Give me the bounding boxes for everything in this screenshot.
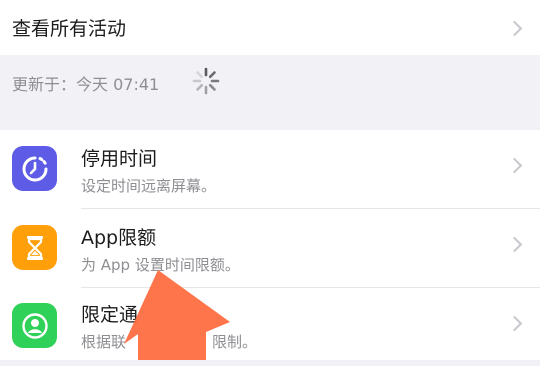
communication-limits-subtitle-tail: 限制。 (212, 333, 258, 351)
app-limits-subtitle: 为 App 设置时间限额。 (81, 256, 240, 274)
downtime-title: 停用时间 (81, 148, 158, 170)
chevron-right-icon (506, 236, 523, 253)
hourglass-icon (12, 225, 57, 270)
contact-icon (12, 303, 57, 348)
downtime-icon (12, 146, 57, 191)
see-all-activity-label: 查看所有活动 (12, 18, 127, 40)
chevron-right-icon (506, 157, 523, 174)
list-item-communication-limits[interactable]: 限定通 根据联 限制。 (0, 288, 540, 366)
chevron-right-icon (506, 315, 523, 332)
see-all-activity-row[interactable]: 查看所有活动 (0, 0, 540, 55)
communication-limits-subtitle: 根据联 (81, 333, 127, 351)
updated-status: 更新于：今天 07:41 (0, 55, 540, 105)
loading-spinner-icon (192, 67, 220, 95)
app-limits-title: App限额 (81, 227, 157, 249)
list-item-app-limits[interactable]: App限额 为 App 设置时间限额。 (0, 209, 540, 287)
chevron-right-icon (506, 20, 523, 37)
list-item-downtime[interactable]: 停用时间 设定时间远离屏幕。 (0, 130, 540, 208)
updated-text: 更新于：今天 07:41 (12, 75, 160, 94)
downtime-subtitle: 设定时间远离屏幕。 (81, 177, 217, 195)
communication-limits-title: 限定通 (81, 304, 139, 326)
screen-time-options-card: 停用时间 设定时间远离屏幕。 App限额 为 App 设置时间限额。 限定通 根… (0, 130, 540, 360)
